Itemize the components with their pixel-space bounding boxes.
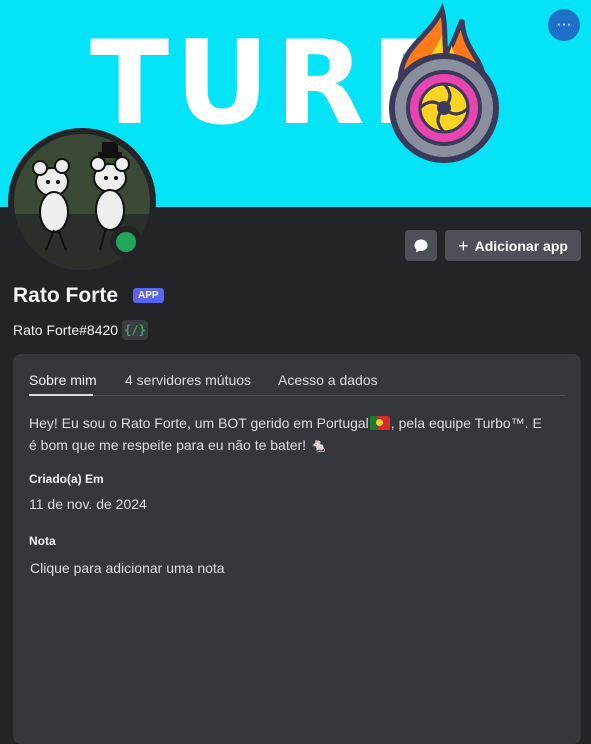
tab-data-access[interactable]: Acesso a dados: [278, 372, 378, 388]
add-app-label: Adicionar app: [474, 237, 568, 254]
created-value: 11 de nov. de 2024: [29, 496, 147, 512]
username[interactable]: Rato Forte#8420: [13, 321, 118, 339]
created-label: Criado(a) Em: [29, 472, 104, 486]
active-tab-indicator: [29, 394, 93, 396]
display-name: Rato Forte: [13, 284, 118, 307]
bio-part-1: Hey! Eu sou o Rato Forte, um BOT gerido …: [29, 415, 369, 431]
profile-tabs: Sobre mim 4 servidores mútuos Acesso a d…: [29, 368, 565, 396]
mouse-emoji-icon: 🐁: [309, 437, 328, 453]
avatar-frame: [8, 128, 156, 276]
online-status-icon: [116, 232, 136, 252]
tab-mutual-servers[interactable]: 4 servidores mútuos: [125, 372, 251, 388]
bio-text: Hey! Eu sou o Rato Forte, um BOT gerido …: [29, 412, 549, 456]
chat-bubble-icon: [414, 239, 428, 252]
add-app-button[interactable]: + Adicionar app: [445, 230, 581, 261]
send-message-button[interactable]: [405, 230, 437, 261]
more-icon: ···: [556, 16, 572, 33]
note-label: Nota: [29, 534, 56, 548]
note-input[interactable]: Clique para adicionar uma nota: [30, 560, 225, 576]
profile-info-card: Sobre mim 4 servidores mútuos Acesso a d…: [13, 354, 581, 744]
portugal-flag-icon: [369, 416, 390, 430]
fire-wheel-logo-icon: [389, 2, 499, 163]
status-indicator: [110, 226, 142, 258]
more-options-button[interactable]: ···: [548, 9, 580, 41]
tab-about-me[interactable]: Sobre mim: [29, 372, 97, 388]
app-badge: APP: [133, 288, 164, 303]
slash-commands-badge-icon[interactable]: {/}: [122, 320, 148, 340]
plus-icon: +: [458, 235, 469, 256]
